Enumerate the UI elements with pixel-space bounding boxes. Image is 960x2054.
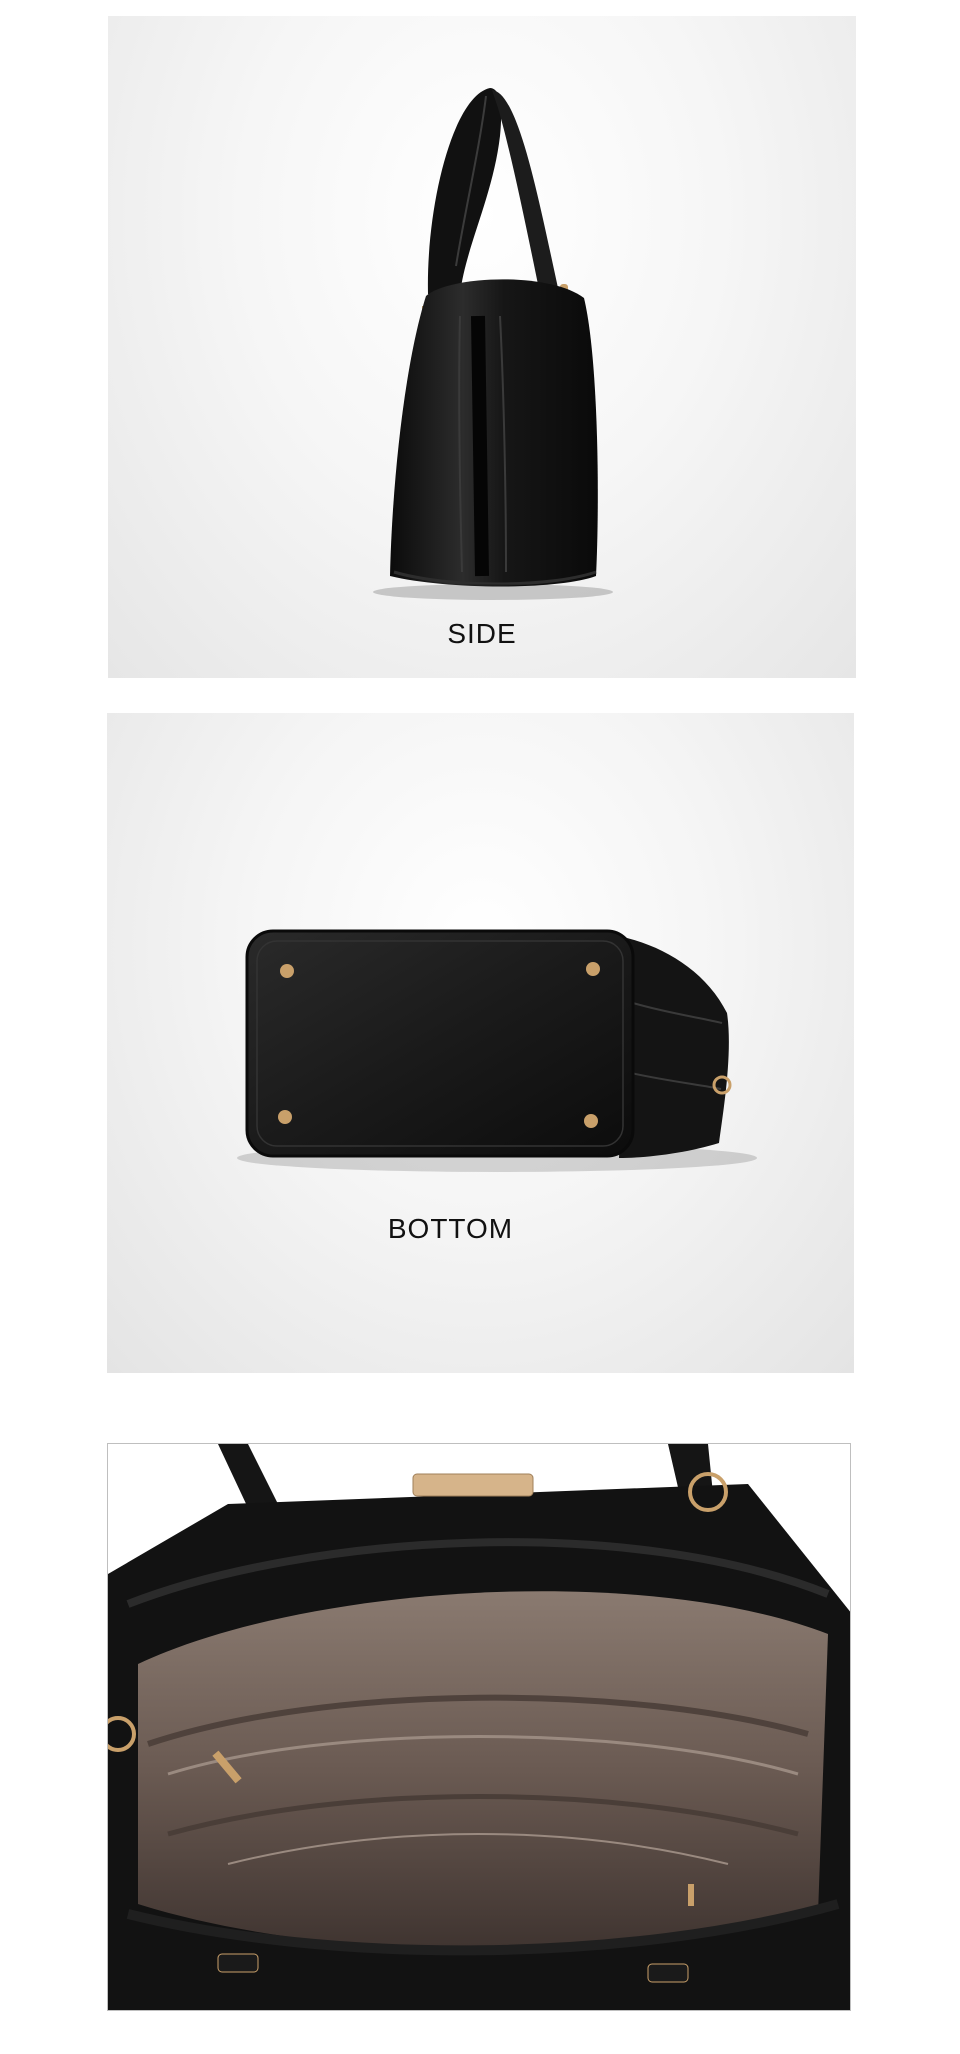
gold-bar: [412, 1473, 534, 1497]
interior-view-handbag-image: [108, 1444, 850, 2010]
bag-base: [245, 929, 635, 1158]
side-view-panel: SIDE: [108, 16, 856, 678]
gold-foot: [584, 1114, 598, 1128]
side-caption: SIDE: [447, 618, 517, 649]
gold-foot: [278, 1110, 292, 1124]
handle-right: [492, 90, 558, 294]
gold-foot: [586, 962, 600, 976]
side-view-handbag-image: [373, 88, 613, 600]
bag-body: [390, 279, 598, 587]
bottom-view-panel: BOTTOM: [107, 713, 854, 1373]
interior-view-panel: [107, 1443, 851, 2011]
bottom-caption: BOTTOM: [387, 1213, 514, 1244]
handle-left: [427, 88, 502, 294]
interior-lining: [138, 1591, 828, 1951]
gold-foot: [280, 964, 294, 978]
bag-side-panel: [619, 938, 729, 1158]
bottom-view-handbag-image: [237, 929, 757, 1172]
